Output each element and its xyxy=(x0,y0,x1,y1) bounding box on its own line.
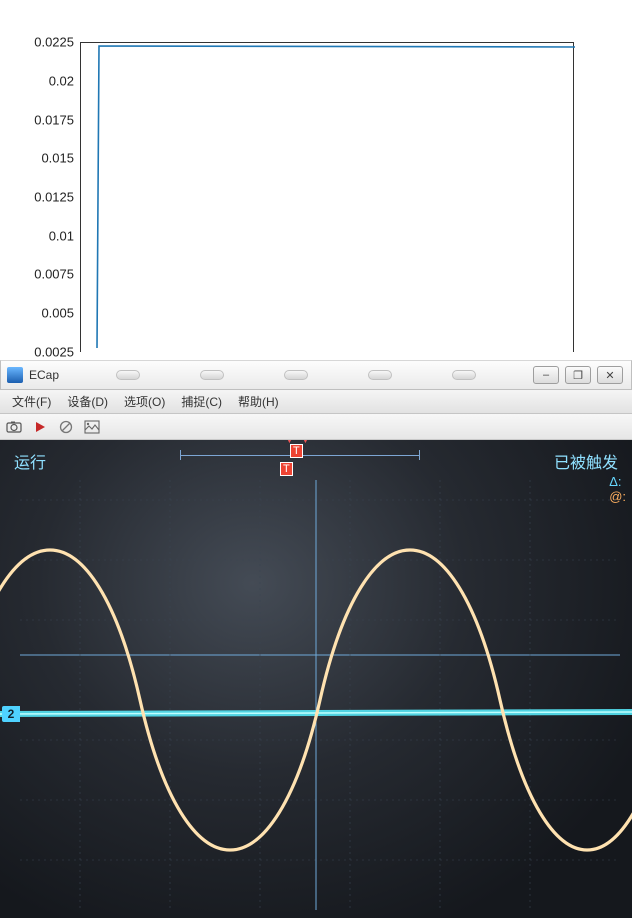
gripper-icon xyxy=(368,370,392,380)
ytick-8: 0.0225 xyxy=(0,35,74,50)
ytick-3: 0.01 xyxy=(0,229,74,244)
ytick-1: 0.005 xyxy=(0,306,74,321)
maximize-icon: ❐ xyxy=(573,369,583,382)
channel-2-badge: 2 xyxy=(2,706,20,722)
menu-capture[interactable]: 捕捉(C) xyxy=(173,393,230,410)
window-title: ECap xyxy=(29,368,59,382)
chart-axes xyxy=(80,42,574,352)
scope-waveforms xyxy=(0,440,632,918)
ytick-6: 0.0175 xyxy=(0,113,74,128)
ytick-4: 0.0125 xyxy=(0,190,74,205)
window-controls: – ❐ ✕ xyxy=(533,366,631,384)
gripper-icon xyxy=(284,370,308,380)
stop-icon[interactable] xyxy=(58,419,74,435)
menu-help[interactable]: 帮助(H) xyxy=(230,393,287,410)
app-icon xyxy=(7,367,23,383)
ytick-7: 0.02 xyxy=(0,74,74,89)
maximize-button[interactable]: ❐ xyxy=(565,366,591,384)
gripper-icon xyxy=(116,370,140,380)
gripper-icon xyxy=(200,370,224,380)
menu-file[interactable]: 文件(F) xyxy=(4,393,59,410)
ytick-2: 0.0075 xyxy=(0,267,74,282)
ecap-window: ECap – ❐ ✕ 文件(F) 设备(D) 选项(O) 捕捉(C) 帮助(H) xyxy=(0,360,632,918)
chart-panel: 0.0025 0.005 0.0075 0.01 0.0125 0.015 0.… xyxy=(0,0,632,360)
menubar: 文件(F) 设备(D) 选项(O) 捕捉(C) 帮助(H) xyxy=(0,390,632,414)
titlebar[interactable]: ECap – ❐ ✕ xyxy=(0,360,632,390)
toolbar xyxy=(0,414,632,440)
play-icon[interactable] xyxy=(32,419,48,435)
minimize-button[interactable]: – xyxy=(533,366,559,384)
menu-device[interactable]: 设备(D) xyxy=(59,393,116,410)
menu-options[interactable]: 选项(O) xyxy=(116,393,173,410)
titlebar-grip xyxy=(59,370,533,380)
oscilloscope-view: 运行 已被触发 T T ▼ ▼ Δ: @: 2 xyxy=(0,440,632,918)
close-button[interactable]: ✕ xyxy=(597,366,623,384)
chart-line-plot xyxy=(81,43,575,353)
ytick-0: 0.0025 xyxy=(0,345,74,360)
minimize-icon: – xyxy=(543,369,549,381)
ytick-5: 0.015 xyxy=(0,151,74,166)
series-line xyxy=(97,46,575,348)
gripper-icon xyxy=(452,370,476,380)
image-icon[interactable] xyxy=(84,419,100,435)
camera-icon[interactable] xyxy=(6,419,22,435)
close-icon: ✕ xyxy=(605,369,614,382)
